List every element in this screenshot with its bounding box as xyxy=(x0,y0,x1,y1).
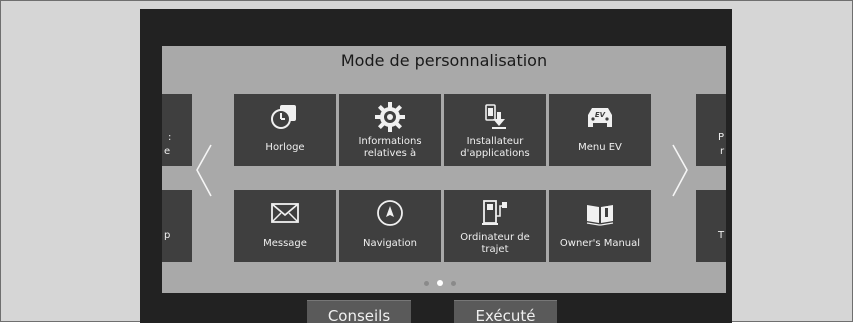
partial-tile-left-row1[interactable]: : e xyxy=(162,94,192,166)
trip-computer-icon xyxy=(444,196,546,230)
infotainment-screen: Mode de personnalisation : e p Horloge I… xyxy=(140,9,732,323)
manual-icon xyxy=(549,196,651,230)
partial-tile-left-row1-text2: e xyxy=(164,146,171,157)
partial-tile-right-row1-text: P xyxy=(718,132,725,143)
tile-label: Installateur d'applications xyxy=(460,136,530,159)
partial-tile-left-row2[interactable]: p xyxy=(162,190,192,262)
page-dot xyxy=(451,281,456,286)
tile-label: Menu EV xyxy=(578,142,622,153)
tile-label: Navigation xyxy=(363,238,417,249)
partial-tile-right-row1-text2: r xyxy=(720,146,725,157)
tile-label: Ordinateur de trajet xyxy=(460,232,530,255)
tile-ordinateur-de-trajet[interactable]: Ordinateur de trajet xyxy=(444,190,546,262)
compass-icon xyxy=(339,196,441,230)
tile-menu-ev[interactable]: EV Menu EV xyxy=(549,94,651,166)
page-frame: Mode de personnalisation : e p Horloge I… xyxy=(0,0,853,323)
customization-panel: Mode de personnalisation : e p Horloge I… xyxy=(162,46,726,293)
gear-info-icon xyxy=(339,100,441,134)
tile-label: Horloge xyxy=(265,142,305,153)
tile-label: Message xyxy=(263,238,307,249)
partial-tile-left-row1-text: : xyxy=(168,132,172,143)
chevron-left-icon[interactable] xyxy=(194,143,214,198)
chevron-right-icon[interactable] xyxy=(670,143,690,198)
envelope-icon xyxy=(234,196,336,230)
tile-label: Informations relatives à xyxy=(358,136,422,159)
partial-tile-left-row2-text: p xyxy=(164,230,171,241)
svg-text:EV: EV xyxy=(595,111,606,119)
tile-label: Owner's Manual xyxy=(559,238,641,249)
tile-horloge[interactable]: Horloge xyxy=(234,94,336,166)
tile-navigation[interactable]: Navigation xyxy=(339,190,441,262)
tile-informations[interactable]: Informations relatives à xyxy=(339,94,441,166)
app-installer-icon xyxy=(444,100,546,134)
page-indicator xyxy=(420,279,468,289)
panel-title: Mode de personnalisation xyxy=(340,51,548,70)
partial-tile-right-row2-text: T xyxy=(718,230,725,241)
page-dot xyxy=(424,281,429,286)
tile-owners-manual[interactable]: Owner's Manual xyxy=(549,190,651,262)
page-dot-active xyxy=(437,280,443,286)
ev-car-icon: EV xyxy=(549,100,651,134)
done-button[interactable]: Exécuté xyxy=(454,300,557,323)
clock-icon xyxy=(234,100,336,134)
tile-installateur[interactable]: Installateur d'applications xyxy=(444,94,546,166)
tile-message[interactable]: Message xyxy=(234,190,336,262)
tips-button[interactable]: Conseils xyxy=(307,300,411,323)
partial-tile-right-row2[interactable]: T xyxy=(696,190,726,262)
partial-tile-right-row1[interactable]: P r xyxy=(696,94,726,166)
